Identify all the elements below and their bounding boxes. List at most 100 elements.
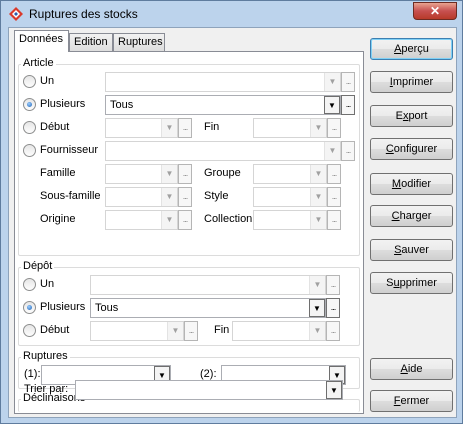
depot-plusieurs-combo[interactable]: Tous ▼ (90, 298, 326, 318)
chevron-down-icon[interactable]: ▼ (324, 142, 340, 160)
style-browse-button[interactable]: ... (327, 187, 341, 207)
button-label: C (391, 210, 400, 222)
button-label: ermer (400, 395, 430, 407)
button-label: onfigurer (393, 143, 438, 155)
modifier-button[interactable]: Modifier (370, 173, 453, 195)
rupture1-label: (1): (24, 368, 41, 380)
depot-debut-combo[interactable]: ▼ (90, 321, 184, 341)
depot-fin-browse-button[interactable]: ... (326, 321, 340, 341)
origine-label: Origine (40, 213, 76, 225)
article-un-radio[interactable] (23, 75, 36, 88)
depot-plusieurs-radio[interactable] (23, 301, 36, 314)
button-label: harger (399, 210, 432, 222)
origine-browse-button[interactable]: ... (178, 210, 192, 230)
depot-debut-radio[interactable] (23, 324, 36, 337)
tab-ruptures[interactable]: Ruptures (113, 33, 165, 52)
chevron-down-icon[interactable]: ▼ (310, 188, 326, 206)
title-bar[interactable]: Ruptures des stocks ✕ (1, 1, 462, 27)
article-plusieurs-label: Plusieurs (40, 98, 86, 110)
chevron-down-icon[interactable]: ▼ (161, 188, 177, 206)
style-combo[interactable]: ▼ (253, 187, 327, 207)
fermer-button[interactable]: Fermer (370, 390, 453, 412)
chevron-down-icon[interactable]: ▼ (326, 381, 342, 399)
tab-donnees[interactable]: Données (14, 30, 69, 52)
depot-un-combo[interactable]: ▼ (90, 275, 326, 295)
depot-debut-label: Début (40, 324, 70, 336)
window-title: Ruptures des stocks (29, 7, 138, 21)
depot-plusieurs-value: Tous (95, 302, 119, 314)
article-un-browse-button[interactable]: ... (341, 72, 355, 92)
chevron-down-icon[interactable]: ▼ (161, 211, 177, 229)
article-debut-label: Début (40, 121, 70, 133)
button-label: mprimer (392, 76, 434, 88)
chevron-down-icon[interactable]: ▼ (161, 165, 177, 183)
depot-un-browse-button[interactable]: ... (326, 275, 340, 295)
button-label: ide (407, 363, 423, 375)
aide-button[interactable]: Aide (370, 358, 453, 380)
sousfamille-combo[interactable]: ▼ (105, 187, 178, 207)
configurer-button[interactable]: Configurer (370, 138, 453, 160)
chevron-down-icon[interactable]: ▼ (324, 96, 340, 114)
depot-fin-combo[interactable]: ▼ (232, 321, 326, 341)
button-label: pprimer (399, 277, 437, 289)
article-fin-label: Fin (204, 121, 220, 133)
article-fin-browse-button[interactable]: ... (327, 118, 341, 138)
article-un-combo[interactable]: ▼ (105, 72, 341, 92)
sauver-button[interactable]: Sauver (370, 239, 453, 261)
depot-un-label: Un (40, 278, 55, 290)
chevron-down-icon[interactable]: ▼ (309, 322, 325, 340)
origine-combo[interactable]: ▼ (105, 210, 178, 230)
article-plusieurs-radio[interactable] (23, 98, 36, 111)
depot-plusieurs-label: Plusieurs (40, 301, 86, 313)
button-label: C (385, 143, 394, 155)
article-debut-radio[interactable] (23, 121, 36, 134)
depot-fin-label: Fin (214, 324, 230, 336)
article-fournisseur-label: Fournisseur (40, 144, 99, 156)
supprimer-button[interactable]: Supprimer (370, 272, 453, 294)
ruptures-group-title: Ruptures (21, 350, 70, 362)
button-label: perçu (401, 43, 429, 55)
button-label: auver (401, 244, 429, 256)
article-fournisseur-combo[interactable]: ▼ (105, 141, 341, 161)
tab-panel-donnees: Article Un ▼ ... Plusieurs Tous ▼ ... Déb… (14, 51, 364, 414)
close-button[interactable]: ✕ (413, 2, 457, 20)
chevron-down-icon[interactable]: ▼ (310, 211, 326, 229)
export-button[interactable]: Export (370, 105, 453, 127)
trier-par-label: Trier par: (24, 383, 69, 395)
collection-combo[interactable]: ▼ (253, 210, 327, 230)
chevron-down-icon[interactable]: ▼ (309, 276, 325, 294)
article-plusieurs-combo[interactable]: Tous ▼ (105, 95, 341, 115)
famille-browse-button[interactable]: ... (178, 164, 192, 184)
article-plusieurs-browse-button[interactable]: ... (341, 95, 355, 115)
button-label: odifier (401, 178, 432, 190)
style-label: Style (204, 190, 229, 202)
tab-edition[interactable]: Edition (69, 33, 113, 52)
article-fournisseur-browse-button[interactable]: ... (341, 141, 355, 161)
chevron-down-icon[interactable]: ▼ (324, 73, 340, 91)
sousfamille-label: Sous-famille (40, 190, 101, 202)
article-fournisseur-radio[interactable] (23, 144, 36, 157)
imprimer-button[interactable]: Imprimer (370, 71, 453, 93)
article-debut-combo[interactable]: ▼ (105, 118, 178, 138)
article-debut-browse-button[interactable]: ... (178, 118, 192, 138)
chevron-down-icon[interactable]: ▼ (161, 119, 177, 137)
depot-debut-browse-button[interactable]: ... (184, 321, 198, 341)
trier-par-combo[interactable]: ▼ (75, 380, 343, 400)
charger-button[interactable]: Charger (370, 205, 453, 227)
chevron-down-icon[interactable]: ▼ (167, 322, 183, 340)
depot-plusieurs-browse-button[interactable]: ... (326, 298, 340, 318)
chevron-down-icon[interactable]: ▼ (310, 119, 326, 137)
article-fin-combo[interactable]: ▼ (253, 118, 327, 138)
button-label: port (408, 110, 428, 122)
groupe-label: Groupe (204, 167, 241, 179)
chevron-down-icon[interactable]: ▼ (309, 299, 325, 317)
depot-un-radio[interactable] (23, 278, 36, 291)
button-label: F (393, 395, 401, 407)
famille-combo[interactable]: ▼ (105, 164, 178, 184)
groupe-combo[interactable]: ▼ (253, 164, 327, 184)
collection-browse-button[interactable]: ... (327, 210, 341, 230)
apercu-button[interactable]: Aperçu (370, 38, 453, 60)
sousfamille-browse-button[interactable]: ... (178, 187, 192, 207)
chevron-down-icon[interactable]: ▼ (310, 165, 326, 183)
groupe-browse-button[interactable]: ... (327, 164, 341, 184)
